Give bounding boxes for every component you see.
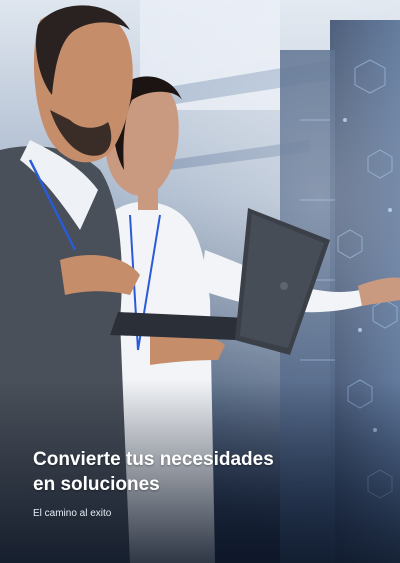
headline-line-2: en soluciones (33, 474, 160, 495)
hero-card: Convierte tus necesidades en soluciones … (0, 0, 400, 563)
subtitle: El camino al exito (33, 508, 112, 519)
headline-line-1: Convierte tus necesidades (33, 449, 274, 470)
headline: Convierte tus necesidades en soluciones (33, 447, 373, 497)
